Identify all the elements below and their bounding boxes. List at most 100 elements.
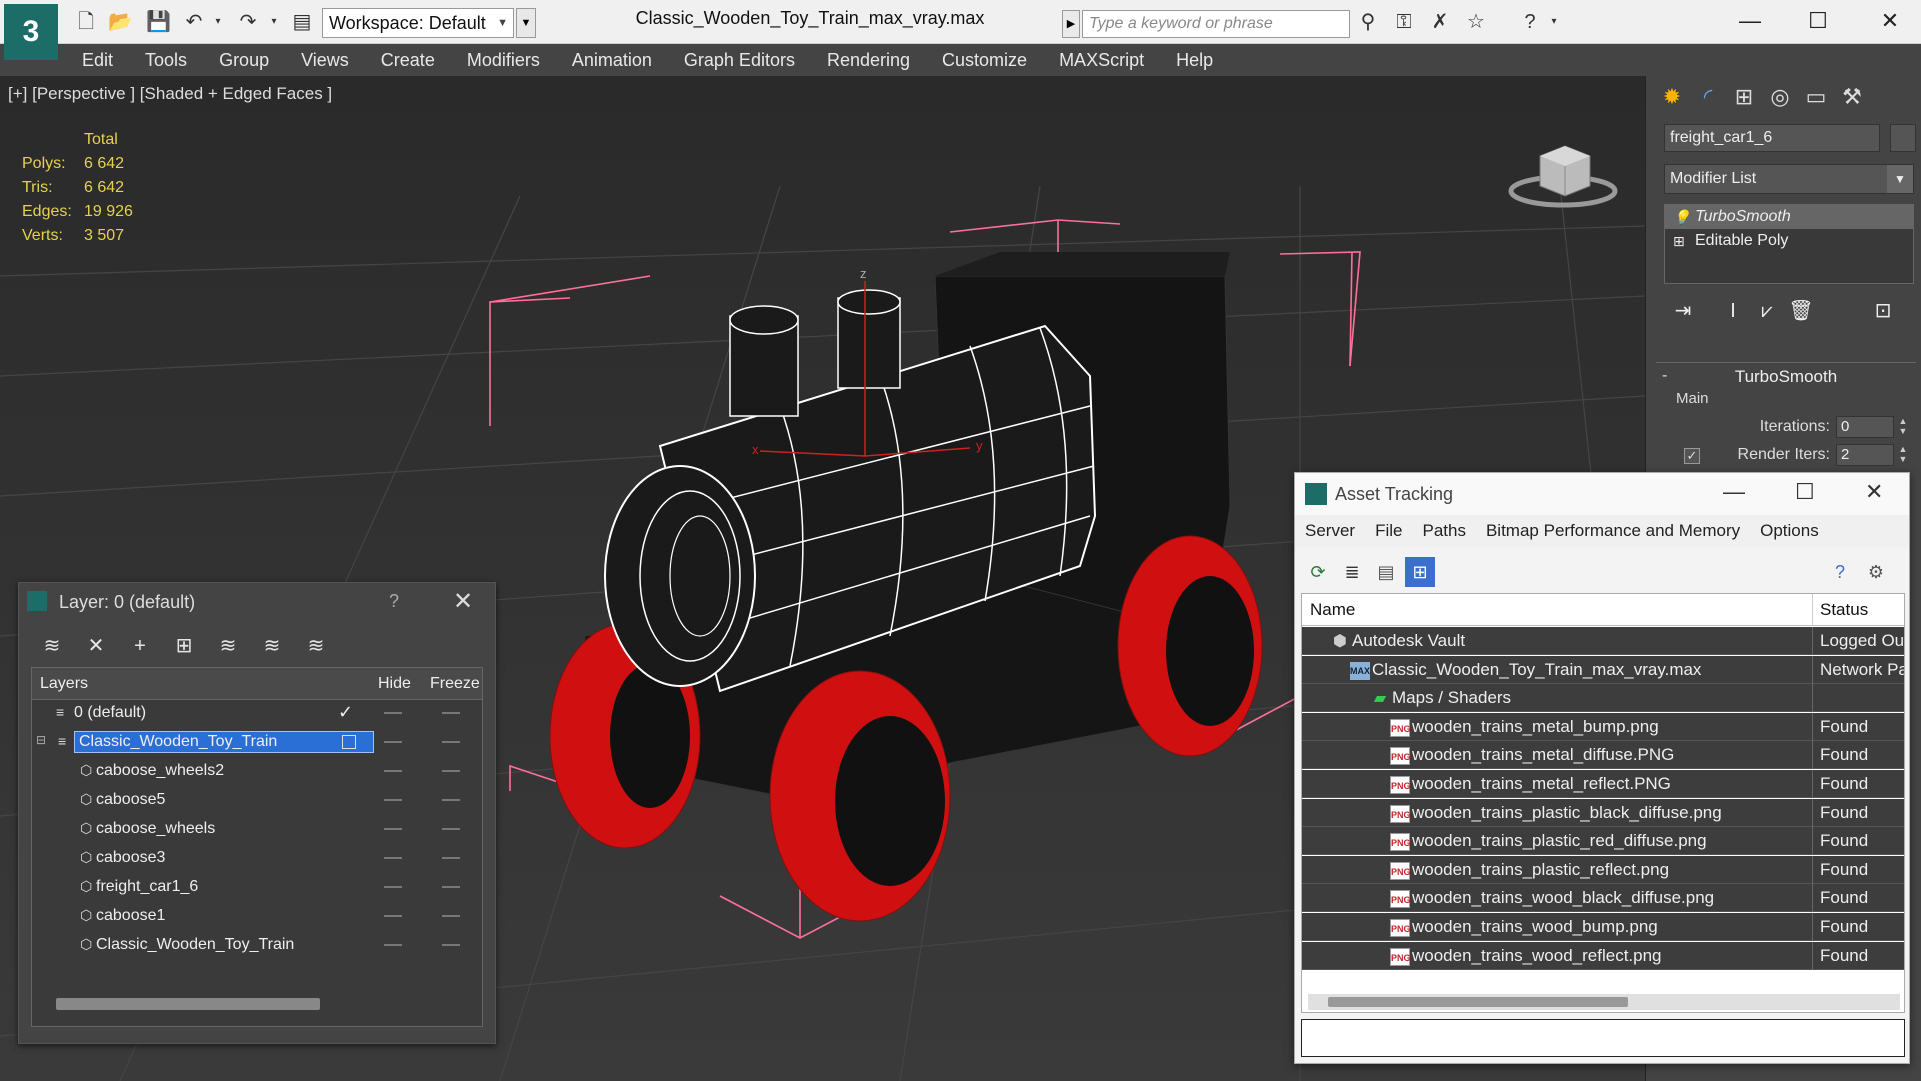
path-input[interactable] xyxy=(1301,1019,1905,1057)
search-expand-icon[interactable]: ▶ xyxy=(1062,10,1080,38)
asset-row[interactable]: MAX Classic_Wooden_Toy_Train_max_vray.max… xyxy=(1302,655,1904,684)
workspace-menu-button[interactable]: ▼ xyxy=(516,8,536,38)
sign-in-icon[interactable]: ✗ xyxy=(1428,10,1452,34)
hide-toggle[interactable] xyxy=(384,799,402,801)
freeze-toggle[interactable] xyxy=(442,741,460,743)
close-icon[interactable]: ✕ xyxy=(453,587,473,616)
stack-item-turbosmooth[interactable]: 💡 TurboSmooth xyxy=(1665,205,1913,229)
asset-row[interactable]: ▰ Maps / Shaders xyxy=(1302,684,1904,713)
asset-row[interactable]: PNG wooden_trains_metal_bump.png Found xyxy=(1302,712,1904,741)
hierarchy-tab-icon[interactable]: ⊞ xyxy=(1728,82,1760,112)
hide-toggle[interactable] xyxy=(384,886,402,888)
object-row[interactable]: ⬡ Classic_Wooden_Toy_Train xyxy=(32,932,482,960)
help-button[interactable]: ? xyxy=(389,591,399,612)
object-row[interactable]: ⬡ caboose1 xyxy=(32,903,482,931)
undo-icon[interactable]: ↶ xyxy=(182,10,206,34)
expand-plus-icon[interactable]: ⊞ xyxy=(1673,229,1685,253)
menu-tools[interactable]: Tools xyxy=(129,44,203,76)
minimize-button[interactable]: — xyxy=(1723,479,1745,505)
freeze-toggle[interactable] xyxy=(442,944,460,946)
hide-toggle[interactable] xyxy=(384,857,402,859)
asset-row[interactable]: PNG wooden_trains_metal_diffuse.PNG Found xyxy=(1302,741,1904,770)
freeze-all-icon[interactable]: ≋ xyxy=(301,631,331,661)
menu-modifiers[interactable]: Modifiers xyxy=(451,44,556,76)
key-icon[interactable]: ⚿ xyxy=(1392,10,1416,34)
highlight-layer-icon[interactable]: ≋ xyxy=(213,631,243,661)
render-iters-field[interactable]: 2 xyxy=(1836,444,1894,466)
maximize-button[interactable]: ☐ xyxy=(1795,479,1815,505)
close-button[interactable]: ✕ xyxy=(1865,479,1883,505)
menu-create[interactable]: Create xyxy=(365,44,451,76)
menu-edit[interactable]: Edit xyxy=(66,44,129,76)
menu-graph-editors[interactable]: Graph Editors xyxy=(668,44,811,76)
object-name-field[interactable]: freight_car1_6 xyxy=(1664,124,1880,152)
hide-toggle[interactable] xyxy=(384,770,402,772)
menu-bitmap-performance[interactable]: Bitmap Performance and Memory xyxy=(1476,515,1750,547)
table-view-icon[interactable]: ⊞ xyxy=(1405,557,1435,587)
freeze-toggle[interactable] xyxy=(442,770,460,772)
menu-file[interactable]: File xyxy=(1365,515,1412,547)
asset-row[interactable]: PNG wooden_trains_wood_black_diffuse.png F… xyxy=(1302,884,1904,913)
asset-row[interactable]: PNG wooden_trains_plastic_reflect.png Foun… xyxy=(1302,855,1904,884)
layer-row[interactable]: ≡ 0 (default) ✓ xyxy=(32,700,482,728)
asset-dialog-header[interactable]: Asset Tracking — ☐ ✕ xyxy=(1295,473,1909,515)
menu-rendering[interactable]: Rendering xyxy=(811,44,926,76)
refresh-icon[interactable]: ⟳ xyxy=(1303,557,1333,587)
object-row[interactable]: ⬡ freight_car1_6 xyxy=(32,874,482,902)
freeze-toggle[interactable] xyxy=(442,712,460,714)
collapse-icon[interactable]: ⊟ xyxy=(36,733,46,747)
project-folder-icon[interactable]: ▤ xyxy=(290,10,314,34)
object-row[interactable]: ⬡ caboose_wheels2 xyxy=(32,758,482,786)
iterations-field[interactable]: 0 xyxy=(1836,416,1894,438)
hide-all-icon[interactable]: ≋ xyxy=(257,631,287,661)
viewcube-icon[interactable] xyxy=(1505,131,1620,211)
pin-stack-icon[interactable]: ⇥ xyxy=(1668,296,1698,326)
freeze-toggle[interactable] xyxy=(442,915,460,917)
help-icon[interactable]: ? xyxy=(1825,557,1855,587)
horizontal-scrollbar[interactable] xyxy=(56,998,320,1010)
open-file-icon[interactable]: 📂 xyxy=(108,10,133,34)
render-iters-checkbox[interactable]: ✓ xyxy=(1684,448,1700,464)
stack-item-editable-poly[interactable]: ⊞ Editable Poly xyxy=(1665,229,1913,253)
modify-tab-icon[interactable]: ◜ xyxy=(1692,82,1724,112)
asset-row[interactable]: PNG wooden_trains_plastic_red_diffuse.png… xyxy=(1302,827,1904,856)
new-file-icon[interactable]: 🗋 xyxy=(74,10,98,34)
object-row[interactable]: ⬡ caboose5 xyxy=(32,787,482,815)
workspace-dropdown[interactable]: Workspace: Default ▼ xyxy=(322,8,514,38)
viewport-label[interactable]: [+] [Perspective ] [Shaded + Edged Faces… xyxy=(8,84,332,104)
asset-row[interactable]: PNG wooden_trains_metal_reflect.PNG Found xyxy=(1302,770,1904,798)
set-current-layer-icon[interactable] xyxy=(342,735,356,749)
asset-row[interactable]: PNG wooden_trains_plastic_black_diffuse.p… xyxy=(1302,798,1904,827)
menu-views[interactable]: Views xyxy=(285,44,365,76)
object-color-swatch[interactable] xyxy=(1890,124,1916,152)
col-layers[interactable]: Layers xyxy=(40,675,88,693)
layer-settings-icon[interactable]: ≋ xyxy=(37,631,67,661)
freeze-toggle[interactable] xyxy=(442,799,460,801)
active-layer-check-icon[interactable]: ✓ xyxy=(338,702,353,723)
freeze-toggle[interactable] xyxy=(442,857,460,859)
minimize-button[interactable]: — xyxy=(1730,4,1770,38)
utilities-tab-icon[interactable]: ⚒ xyxy=(1836,82,1868,112)
asset-row[interactable]: ⬢ Autodesk Vault Logged Ou xyxy=(1302,627,1904,655)
delete-layer-icon[interactable]: ✕ xyxy=(81,631,111,661)
hide-toggle[interactable] xyxy=(384,944,402,946)
hide-toggle[interactable] xyxy=(384,741,402,743)
context-help-icon[interactable]: ⚙ xyxy=(1861,557,1891,587)
col-hide[interactable]: Hide xyxy=(378,675,411,693)
freeze-toggle[interactable] xyxy=(442,828,460,830)
close-button[interactable]: ✕ xyxy=(1870,4,1910,38)
display-tab-icon[interactable]: ▭ xyxy=(1800,82,1832,112)
thumbnail-view-icon[interactable]: ▤ xyxy=(1371,557,1401,587)
menu-paths[interactable]: Paths xyxy=(1412,515,1475,547)
add-layer-icon[interactable]: + xyxy=(125,631,155,661)
asset-row[interactable]: PNG wooden_trains_wood_bump.png Found xyxy=(1302,913,1904,941)
help-dropdown-icon[interactable]: ▾ xyxy=(1542,10,1566,34)
turbosmooth-rollout[interactable]: - TurboSmooth xyxy=(1656,362,1916,392)
maximize-button[interactable]: ☐ xyxy=(1798,4,1838,38)
motion-tab-icon[interactable]: ◎ xyxy=(1764,82,1796,112)
make-unique-icon[interactable]: ⩗ xyxy=(1752,296,1782,326)
list-view-icon[interactable]: ≣ xyxy=(1337,557,1367,587)
hide-toggle[interactable] xyxy=(384,915,402,917)
hide-toggle[interactable] xyxy=(384,712,402,714)
menu-group[interactable]: Group xyxy=(203,44,285,76)
